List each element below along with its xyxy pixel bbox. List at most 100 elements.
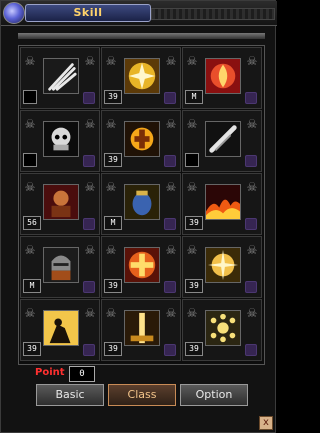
silver-blade-icon[interactable]	[205, 121, 241, 157]
skill-slot[interactable]: ☠ ☠	[20, 47, 100, 109]
starburst-icon[interactable]	[205, 247, 241, 283]
skill-level: 39	[104, 279, 122, 293]
skull-ornament-icon: ☠	[84, 54, 96, 68]
skill-level: 39	[104, 90, 122, 104]
skill-slot[interactable]: ☠ ☠ 39	[182, 173, 262, 235]
point-value: 0	[69, 366, 95, 382]
skill-level: M	[104, 216, 122, 230]
skill-hotkey-slot[interactable]	[164, 281, 176, 293]
skill-hotkey-slot[interactable]	[164, 155, 176, 167]
skill-level-empty	[185, 153, 199, 167]
skull-ornament-icon: ☠	[165, 54, 177, 68]
tab-class[interactable]: Class	[108, 384, 176, 406]
skill-grid: ☠ ☠ ☠ ☠ 39 ☠ ☠ M ☠ ☠ ☠ ☠ 39 ☠ ☠ ☠ ☠ 56 ☠ ☠ M ☠ ☠ 39 ☠ ☠ M ☠ ☠ 39 ☠ ☠ 39 ☠…	[18, 45, 265, 365]
skull-ornament-icon: ☠	[186, 306, 198, 320]
skull-ornament-icon: ☠	[84, 117, 96, 131]
skill-level: M	[185, 90, 203, 104]
skull-ornament-icon: ☠	[24, 306, 36, 320]
skull-ornament-icon: ☠	[24, 117, 36, 131]
skill-hotkey-slot[interactable]	[245, 218, 257, 230]
holy-cross-icon[interactable]	[124, 247, 160, 283]
skill-hotkey-slot[interactable]	[83, 281, 95, 293]
tab-basic[interactable]: Basic	[36, 384, 104, 406]
skill-slot[interactable]: ☠ ☠ M	[182, 47, 262, 109]
point-display: Point 0	[25, 365, 265, 382]
skill-hotkey-slot[interactable]	[245, 281, 257, 293]
skull-ornament-icon: ☠	[165, 306, 177, 320]
gold-orbs-icon[interactable]	[205, 310, 241, 346]
orb-icon[interactable]	[3, 2, 25, 24]
skull-ornament-icon: ☠	[165, 243, 177, 257]
skill-slot[interactable]: ☠ ☠ 39	[20, 299, 100, 361]
skill-level: 39	[185, 279, 203, 293]
point-label: Point	[35, 367, 65, 378]
skill-slot[interactable]: ☠ ☠	[20, 110, 100, 172]
dark-rider-icon[interactable]	[43, 310, 79, 346]
skull-ornament-icon: ☠	[84, 306, 96, 320]
skill-level: 39	[104, 342, 122, 356]
tab-option[interactable]: Option	[180, 384, 248, 406]
skull-ornament-icon: ☠	[246, 243, 258, 257]
grid-top-border	[18, 33, 265, 39]
skull-ornament-icon: ☠	[105, 243, 117, 257]
skill-level: 56	[23, 216, 41, 230]
skill-level-empty	[23, 153, 37, 167]
blue-urn-icon[interactable]	[124, 184, 160, 220]
skill-slot[interactable]: ☠ ☠	[182, 110, 262, 172]
skill-slot[interactable]: ☠ ☠ 39	[101, 47, 181, 109]
skull-ornament-icon: ☠	[186, 243, 198, 257]
skull-ornament-icon: ☠	[246, 54, 258, 68]
skull-helmet-icon[interactable]	[43, 121, 79, 157]
skill-slot[interactable]: ☠ ☠ 39	[101, 236, 181, 298]
skull-ornament-icon: ☠	[165, 180, 177, 194]
skill-slot[interactable]: ☠ ☠ 39	[182, 299, 262, 361]
skill-slot[interactable]: ☠ ☠ 39	[101, 299, 181, 361]
skull-ornament-icon: ☠	[24, 243, 36, 257]
skill-level-empty	[23, 90, 37, 104]
skill-slot[interactable]: ☠ ☠ M	[20, 236, 100, 298]
skull-ornament-icon: ☠	[186, 54, 198, 68]
armored-knight-icon[interactable]	[43, 184, 79, 220]
skill-hotkey-slot[interactable]	[245, 344, 257, 356]
skull-ornament-icon: ☠	[24, 180, 36, 194]
skill-hotkey-slot[interactable]	[83, 218, 95, 230]
light-pillar-icon[interactable]	[124, 310, 160, 346]
skull-ornament-icon: ☠	[84, 180, 96, 194]
claw-slash-icon[interactable]	[43, 58, 79, 94]
skill-window: Skill ☠ ☠ ☠ ☠ 39 ☠ ☠ M ☠ ☠ ☠ ☠ 39 ☠ ☠ ☠ ☠ 56 ☠ ☠ M ☠ ☠ 39 ☠ ☠ M ☠ ☠ 3…	[0, 0, 277, 433]
close-button[interactable]: x	[259, 416, 273, 430]
flame-aura-icon[interactable]	[205, 58, 241, 94]
skill-slot[interactable]: ☠ ☠ 56	[20, 173, 100, 235]
skull-ornament-icon: ☠	[105, 54, 117, 68]
skill-slot[interactable]: ☠ ☠ 39	[182, 236, 262, 298]
skull-ornament-icon: ☠	[246, 306, 258, 320]
golden-cross-icon[interactable]	[124, 58, 160, 94]
helmeted-warrior-icon[interactable]	[43, 247, 79, 283]
skull-ornament-icon: ☠	[186, 117, 198, 131]
skill-slot[interactable]: ☠ ☠ 39	[101, 110, 181, 172]
fire-wave-icon[interactable]	[205, 184, 241, 220]
skill-level: 39	[185, 342, 203, 356]
skill-level: 39	[104, 153, 122, 167]
window-title: Skill	[25, 4, 151, 22]
skill-hotkey-slot[interactable]	[164, 92, 176, 104]
title-bar[interactable]: Skill	[1, 1, 277, 26]
skill-hotkey-slot[interactable]	[83, 155, 95, 167]
skull-ornament-icon: ☠	[246, 117, 258, 131]
skull-ornament-icon: ☠	[105, 306, 117, 320]
skill-hotkey-slot[interactable]	[245, 155, 257, 167]
skill-slot[interactable]: ☠ ☠ M	[101, 173, 181, 235]
title-decoration	[151, 8, 275, 20]
skull-ornament-icon: ☠	[165, 117, 177, 131]
skull-ornament-icon: ☠	[24, 54, 36, 68]
skill-level: M	[23, 279, 41, 293]
skull-ornament-icon: ☠	[246, 180, 258, 194]
skill-hotkey-slot[interactable]	[164, 218, 176, 230]
glowing-emblem-icon[interactable]	[124, 121, 160, 157]
skill-tabs: Basic Class Option	[36, 384, 248, 406]
skill-hotkey-slot[interactable]	[245, 92, 257, 104]
skill-hotkey-slot[interactable]	[83, 344, 95, 356]
skull-ornament-icon: ☠	[84, 243, 96, 257]
skill-hotkey-slot[interactable]	[83, 92, 95, 104]
skill-hotkey-slot[interactable]	[164, 344, 176, 356]
